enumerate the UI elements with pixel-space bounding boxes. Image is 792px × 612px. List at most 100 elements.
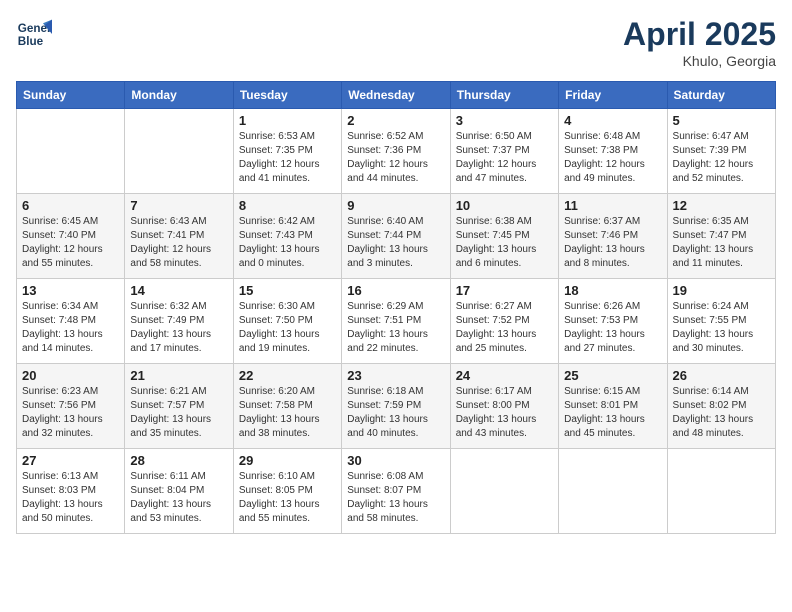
day-info: Sunrise: 6:32 AMSunset: 7:49 PMDaylight:… — [130, 300, 227, 356]
calendar-cell: 18 Sunrise: 6:26 AMSunset: 7:53 PMDayligh… — [559, 279, 667, 364]
day-info: Sunrise: 6:08 AMSunset: 8:07 PMDaylight:… — [347, 470, 444, 526]
day-number: 19 — [673, 283, 770, 298]
calendar-week-4: 20 Sunrise: 6:23 AMSunset: 7:56 PMDayligh… — [17, 364, 776, 449]
calendar-cell: 30Sunrise: 6:08 AMSunset: 8:07 PMDayligh… — [342, 449, 450, 534]
calendar-cell — [17, 109, 125, 194]
day-info: Sunrise: 6:43 AMSunset: 7:41 PMDaylight:… — [130, 215, 227, 271]
logo: General Blue — [16, 16, 52, 52]
day-info: Sunrise: 6:18 AMSunset: 7:59 PMDaylight:… — [347, 385, 444, 441]
day-info: Sunrise: 6:17 AMSunset: 8:00 PMDaylight:… — [456, 385, 553, 441]
day-info: Sunrise: 6:40 AMSunset: 7:44 PMDaylight:… — [347, 215, 444, 271]
day-info: Sunrise: 6:37 AMSunset: 7:46 PMDaylight:… — [564, 215, 661, 271]
weekday-header-wednesday: Wednesday — [342, 82, 450, 109]
calendar-cell: 12 Sunrise: 6:35 AMSunset: 7:47 PMDayligh… — [667, 194, 775, 279]
day-number: 6 — [22, 198, 119, 213]
day-number: 24 — [456, 368, 553, 383]
day-number: 28 — [130, 453, 227, 468]
day-number: 22 — [239, 368, 336, 383]
day-number: 13 — [22, 283, 119, 298]
calendar-cell: 14 Sunrise: 6:32 AMSunset: 7:49 PMDayligh… — [125, 279, 233, 364]
calendar-cell: 21 Sunrise: 6:21 AMSunset: 7:57 PMDayligh… — [125, 364, 233, 449]
day-info: Sunrise: 6:30 AMSunset: 7:50 PMDaylight:… — [239, 300, 336, 356]
title-block: April 2025 Khulo, Georgia — [623, 16, 776, 69]
day-number: 21 — [130, 368, 227, 383]
weekday-header-thursday: Thursday — [450, 82, 558, 109]
calendar-cell: 11 Sunrise: 6:37 AMSunset: 7:46 PMDayligh… — [559, 194, 667, 279]
day-info: Sunrise: 6:50 AMSunset: 7:37 PMDaylight:… — [456, 130, 553, 186]
day-info: Sunrise: 6:10 AMSunset: 8:05 PMDaylight:… — [239, 470, 336, 526]
day-info: Sunrise: 6:47 AMSunset: 7:39 PMDaylight:… — [673, 130, 770, 186]
calendar-cell: 22 Sunrise: 6:20 AMSunset: 7:58 PMDayligh… — [233, 364, 341, 449]
weekday-header-tuesday: Tuesday — [233, 82, 341, 109]
calendar-cell — [125, 109, 233, 194]
day-number: 10 — [456, 198, 553, 213]
calendar-cell: 9 Sunrise: 6:40 AMSunset: 7:44 PMDaylight… — [342, 194, 450, 279]
day-number: 8 — [239, 198, 336, 213]
day-number: 11 — [564, 198, 661, 213]
calendar-cell: 10 Sunrise: 6:38 AMSunset: 7:45 PMDayligh… — [450, 194, 558, 279]
weekday-header-saturday: Saturday — [667, 82, 775, 109]
day-number: 20 — [22, 368, 119, 383]
calendar-body: 1 Sunrise: 6:53 AMSunset: 7:35 PMDaylight… — [17, 109, 776, 534]
calendar-cell: 29 Sunrise: 6:10 AMSunset: 8:05 PMDayligh… — [233, 449, 341, 534]
day-info: Sunrise: 6:52 AMSunset: 7:36 PMDaylight:… — [347, 130, 444, 186]
day-number: 4 — [564, 113, 661, 128]
day-info: Sunrise: 6:34 AMSunset: 7:48 PMDaylight:… — [22, 300, 119, 356]
day-info: Sunrise: 6:14 AMSunset: 8:02 PMDaylight:… — [673, 385, 770, 441]
calendar-cell: 24 Sunrise: 6:17 AMSunset: 8:00 PMDayligh… — [450, 364, 558, 449]
day-number: 27 — [22, 453, 119, 468]
day-info: Sunrise: 6:23 AMSunset: 7:56 PMDaylight:… — [22, 385, 119, 441]
logo-icon: General Blue — [16, 16, 52, 52]
day-info: Sunrise: 6:21 AMSunset: 7:57 PMDaylight:… — [130, 385, 227, 441]
calendar-week-3: 13 Sunrise: 6:34 AMSunset: 7:48 PMDayligh… — [17, 279, 776, 364]
calendar-cell: 16Sunrise: 6:29 AMSunset: 7:51 PMDayligh… — [342, 279, 450, 364]
day-number: 26 — [673, 368, 770, 383]
calendar-cell: 28Sunrise: 6:11 AMSunset: 8:04 PMDayligh… — [125, 449, 233, 534]
day-number: 15 — [239, 283, 336, 298]
calendar-cell: 2 Sunrise: 6:52 AMSunset: 7:36 PMDaylight… — [342, 109, 450, 194]
calendar-week-5: 27 Sunrise: 6:13 AMSunset: 8:03 PMDayligh… — [17, 449, 776, 534]
day-info: Sunrise: 6:53 AMSunset: 7:35 PMDaylight:… — [239, 130, 336, 186]
day-number: 25 — [564, 368, 661, 383]
day-info: Sunrise: 6:27 AMSunset: 7:52 PMDaylight:… — [456, 300, 553, 356]
day-info: Sunrise: 6:26 AMSunset: 7:53 PMDaylight:… — [564, 300, 661, 356]
calendar-cell: 3Sunrise: 6:50 AMSunset: 7:37 PMDaylight… — [450, 109, 558, 194]
day-info: Sunrise: 6:15 AMSunset: 8:01 PMDaylight:… — [564, 385, 661, 441]
calendar-cell: 17Sunrise: 6:27 AMSunset: 7:52 PMDayligh… — [450, 279, 558, 364]
weekday-header-friday: Friday — [559, 82, 667, 109]
day-number: 14 — [130, 283, 227, 298]
day-number: 1 — [239, 113, 336, 128]
svg-text:Blue: Blue — [18, 35, 44, 48]
calendar-cell: 8 Sunrise: 6:42 AMSunset: 7:43 PMDaylight… — [233, 194, 341, 279]
calendar-cell: 13 Sunrise: 6:34 AMSunset: 7:48 PMDayligh… — [17, 279, 125, 364]
calendar-cell — [667, 449, 775, 534]
calendar-cell: 19 Sunrise: 6:24 AMSunset: 7:55 PMDayligh… — [667, 279, 775, 364]
calendar-table: SundayMondayTuesdayWednesdayThursdayFrid… — [16, 81, 776, 534]
day-info: Sunrise: 6:35 AMSunset: 7:47 PMDaylight:… — [673, 215, 770, 271]
calendar-cell: 26 Sunrise: 6:14 AMSunset: 8:02 PMDayligh… — [667, 364, 775, 449]
day-info: Sunrise: 6:42 AMSunset: 7:43 PMDaylight:… — [239, 215, 336, 271]
calendar-week-1: 1 Sunrise: 6:53 AMSunset: 7:35 PMDaylight… — [17, 109, 776, 194]
day-info: Sunrise: 6:38 AMSunset: 7:45 PMDaylight:… — [456, 215, 553, 271]
weekday-header-monday: Monday — [125, 82, 233, 109]
day-number: 9 — [347, 198, 444, 213]
day-info: Sunrise: 6:20 AMSunset: 7:58 PMDaylight:… — [239, 385, 336, 441]
day-number: 5 — [673, 113, 770, 128]
day-info: Sunrise: 6:48 AMSunset: 7:38 PMDaylight:… — [564, 130, 661, 186]
day-number: 16 — [347, 283, 444, 298]
weekday-header-sunday: Sunday — [17, 82, 125, 109]
calendar-cell — [450, 449, 558, 534]
day-number: 18 — [564, 283, 661, 298]
calendar-cell: 25 Sunrise: 6:15 AMSunset: 8:01 PMDayligh… — [559, 364, 667, 449]
weekday-header-row: SundayMondayTuesdayWednesdayThursdayFrid… — [17, 82, 776, 109]
day-number: 29 — [239, 453, 336, 468]
day-info: Sunrise: 6:24 AMSunset: 7:55 PMDaylight:… — [673, 300, 770, 356]
calendar-cell: 15 Sunrise: 6:30 AMSunset: 7:50 PMDayligh… — [233, 279, 341, 364]
calendar-week-2: 6Sunrise: 6:45 AMSunset: 7:40 PMDaylight… — [17, 194, 776, 279]
day-number: 2 — [347, 113, 444, 128]
day-number: 12 — [673, 198, 770, 213]
page-header: General Blue April 2025 Khulo, Georgia — [16, 16, 776, 69]
calendar-cell: 1 Sunrise: 6:53 AMSunset: 7:35 PMDaylight… — [233, 109, 341, 194]
day-info: Sunrise: 6:13 AMSunset: 8:03 PMDaylight:… — [22, 470, 119, 526]
calendar-header: SundayMondayTuesdayWednesdayThursdayFrid… — [17, 82, 776, 109]
